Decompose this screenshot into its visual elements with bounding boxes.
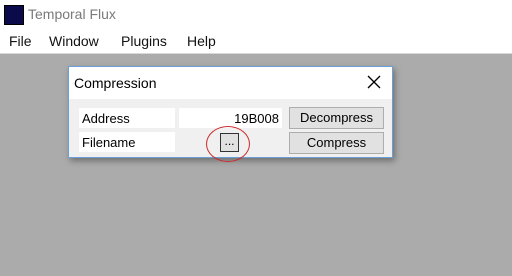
app-icon [4, 5, 24, 25]
window-title: Temporal Flux [28, 6, 116, 22]
address-label: Address [79, 108, 175, 128]
decompress-button[interactable]: Decompress [289, 107, 384, 129]
filename-label: Filename [79, 132, 175, 152]
dialog-header: Compression [69, 67, 392, 99]
compression-dialog: Compression Address 19B008 Decompress Fi… [68, 66, 393, 158]
address-input[interactable]: 19B008 [179, 108, 282, 128]
browse-button[interactable]: ... [220, 133, 239, 152]
close-icon [367, 75, 381, 89]
title-bar: Temporal Flux [0, 0, 512, 31]
menu-window[interactable]: Window [49, 33, 99, 49]
menu-bar: File Window Plugins Help [0, 31, 512, 53]
close-button[interactable] [366, 74, 382, 90]
menu-file[interactable]: File [9, 33, 32, 49]
menu-plugins[interactable]: Plugins [121, 33, 167, 49]
compress-button[interactable]: Compress [289, 132, 384, 154]
menu-help[interactable]: Help [187, 33, 216, 49]
dialog-title: Compression [74, 75, 157, 91]
